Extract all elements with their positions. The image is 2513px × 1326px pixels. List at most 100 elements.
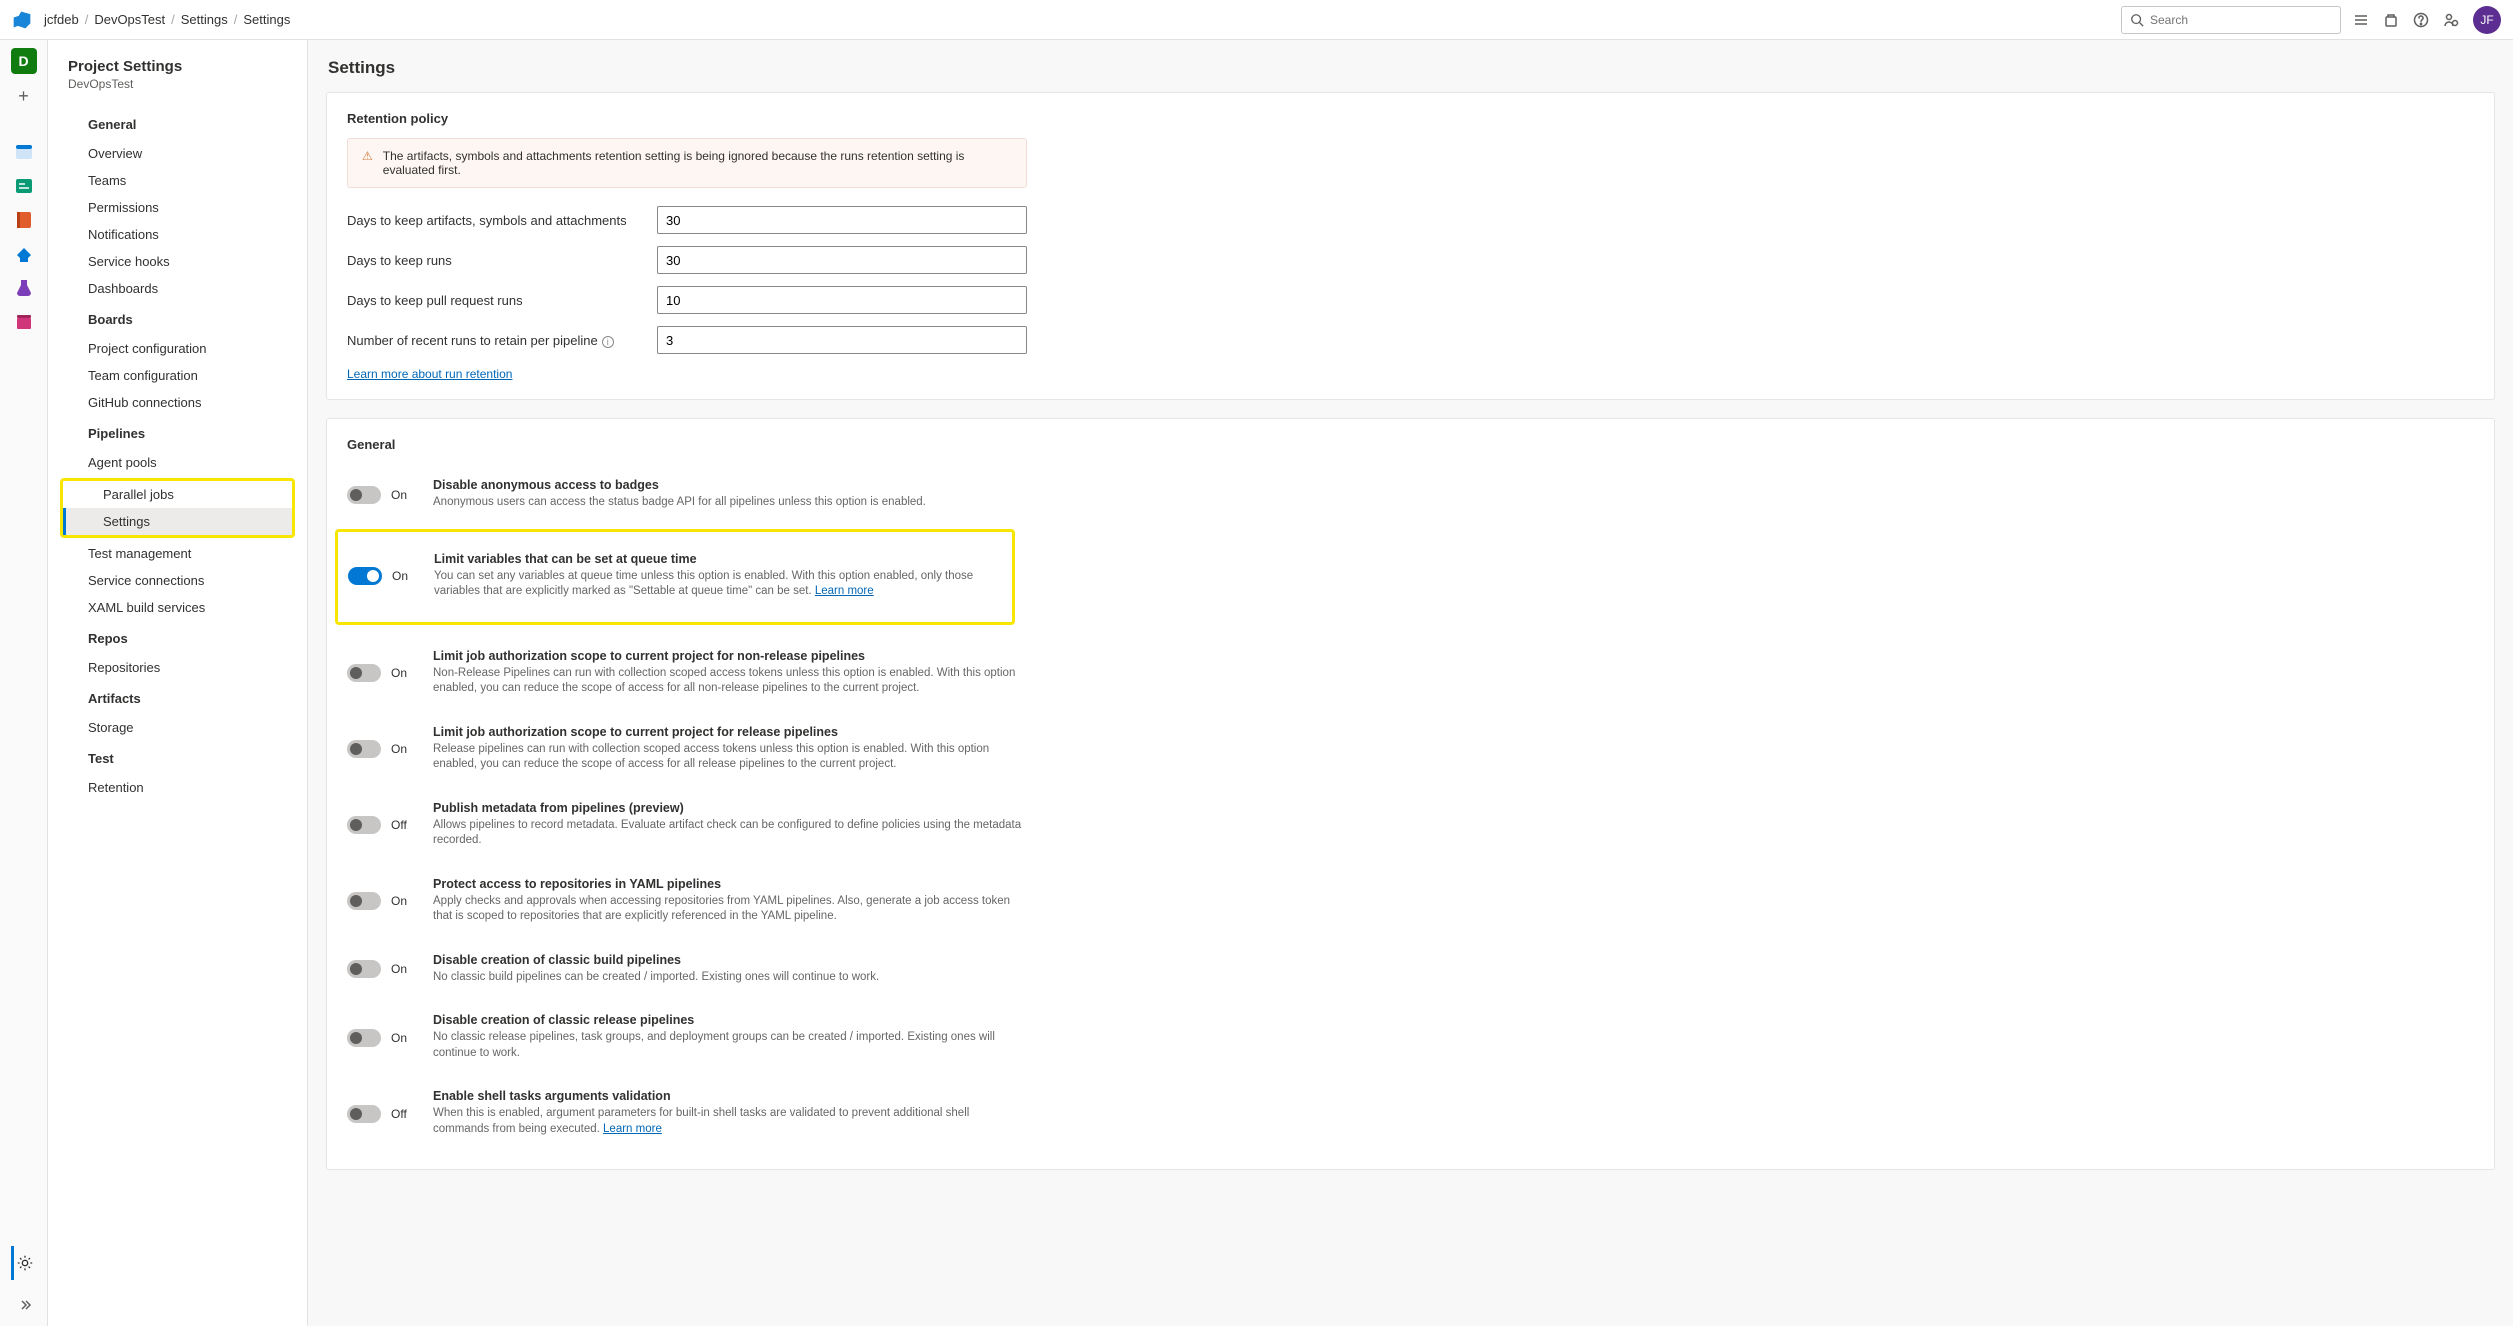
toggle-description: You can set any variables at queue time … [434, 569, 1002, 600]
retention-input[interactable] [657, 326, 1027, 354]
sidebar-item-xaml-build-services[interactable]: XAML build services [48, 594, 307, 621]
sidebar-item-service-connections[interactable]: Service connections [48, 567, 307, 594]
sidebar-group-pipelines: Pipelines [48, 416, 307, 449]
retention-row-0: Days to keep artifacts, symbols and atta… [347, 206, 1027, 234]
toggle-learn-more-link[interactable]: Learn more [603, 1123, 662, 1135]
sidebar-item-agent-pools[interactable]: Agent pools [48, 449, 307, 476]
breadcrumb-section[interactable]: Settings [181, 12, 228, 27]
rail-pipelines-icon[interactable] [13, 243, 35, 265]
toggle-row-1: OnLimit variables that can be set at que… [348, 538, 1002, 614]
sidebar-item-dashboards[interactable]: Dashboards [48, 275, 307, 302]
toggle-switch[interactable] [347, 892, 381, 910]
toggle-state-label: On [391, 666, 407, 680]
retention-label: Days to keep runs [347, 253, 657, 268]
marketplace-icon[interactable] [2383, 11, 2401, 29]
sidebar-item-overview[interactable]: Overview [48, 140, 307, 167]
toggle-switch[interactable] [347, 664, 381, 682]
rail-overview-icon[interactable] [13, 141, 35, 163]
toggle-row-6: OnDisable creation of classic build pipe… [347, 939, 1027, 1000]
rail-boards-icon[interactable] [13, 175, 35, 197]
sidebar-item-permissions[interactable]: Permissions [48, 194, 307, 221]
toggle-row-4: OffPublish metadata from pipelines (prev… [347, 787, 1027, 863]
sidebar-item-project-configuration[interactable]: Project configuration [48, 335, 307, 362]
toggle-row-8: OffEnable shell tasks arguments validati… [347, 1075, 1027, 1151]
toggle-row-7: OnDisable creation of classic release pi… [347, 999, 1027, 1075]
toggle-description: No classic release pipelines, task group… [433, 1030, 1027, 1061]
retention-input[interactable] [657, 206, 1027, 234]
search-box[interactable] [2121, 6, 2341, 34]
retention-label: Number of recent runs to retain per pipe… [347, 333, 657, 348]
breadcrumb-org[interactable]: jcfdeb [44, 12, 79, 27]
toggle-title: Limit job authorization scope to current… [433, 725, 1027, 739]
sidebar-item-team-configuration[interactable]: Team configuration [48, 362, 307, 389]
general-card: General OnDisable anonymous access to ba… [326, 418, 2495, 1170]
sidebar-group-general: General [48, 107, 307, 140]
toggle-row-5: On Protect access to repositories in YAML… [347, 863, 1027, 939]
breadcrumb-project[interactable]: DevOpsTest [94, 12, 165, 27]
rail-collapse-icon[interactable] [13, 1294, 35, 1316]
toggle-description: Anonymous users can access the status ba… [433, 495, 926, 511]
toggle-state-label: On [391, 894, 407, 908]
settings-sidebar: Project Settings DevOpsTest GeneralOverv… [48, 40, 308, 1326]
toggle-title: Limit job authorization scope to current… [433, 649, 1027, 663]
toggle-switch[interactable] [347, 1105, 381, 1123]
sidebar-item-parallel-jobs[interactable]: Parallel jobs [63, 481, 292, 508]
toggle-switch[interactable] [347, 816, 381, 834]
toggle-state-label: On [391, 488, 407, 502]
toggle-switch[interactable] [347, 740, 381, 758]
rail-testplans-icon[interactable] [13, 277, 35, 299]
breadcrumb-page[interactable]: Settings [243, 12, 290, 27]
toggle-description: Non-Release Pipelines can run with colle… [433, 666, 1027, 697]
retention-label: Days to keep artifacts, symbols and atta… [347, 213, 657, 228]
rail-add-icon[interactable]: + [18, 86, 29, 107]
toggle-title: Disable creation of classic build pipeli… [433, 953, 879, 967]
toggle-state-label: On [391, 1031, 407, 1045]
rail-project-icon[interactable]: D [11, 48, 37, 74]
retention-label: Days to keep pull request runs [347, 293, 657, 308]
sidebar-item-retention[interactable]: Retention [48, 774, 307, 801]
toggle-switch[interactable] [347, 1029, 381, 1047]
info-icon[interactable]: i [602, 336, 614, 348]
sidebar-item-test-management[interactable]: Test management [48, 540, 307, 567]
azure-devops-logo-icon[interactable] [12, 9, 34, 31]
warning-icon: ⚠ [362, 149, 373, 177]
toggle-description: Allows pipelines to record metadata. Eva… [433, 818, 1027, 849]
retention-input[interactable] [657, 246, 1027, 274]
list-icon[interactable] [2353, 11, 2371, 29]
toggle-description: When this is enabled, argument parameter… [433, 1106, 1027, 1137]
toggle-switch[interactable] [347, 960, 381, 978]
main-content: Settings Retention policy ⚠ The artifact… [308, 40, 2513, 1326]
sidebar-item-storage[interactable]: Storage [48, 714, 307, 741]
rail-repos-icon[interactable] [13, 209, 35, 231]
toggle-row-3: OnLimit job authorization scope to curre… [347, 711, 1027, 787]
sidebar-item-github-connections[interactable]: GitHub connections [48, 389, 307, 416]
user-settings-icon[interactable] [2443, 11, 2461, 29]
rail-artifacts-icon[interactable] [13, 311, 35, 333]
rail-settings-icon[interactable] [14, 1252, 36, 1274]
toggle-description: No classic build pipelines can be create… [433, 970, 879, 986]
sidebar-item-service-hooks[interactable]: Service hooks [48, 248, 307, 275]
sidebar-item-repositories[interactable]: Repositories [48, 654, 307, 681]
toggle-switch[interactable] [347, 486, 381, 504]
retention-row-2: Days to keep pull request runs [347, 286, 1027, 314]
search-input[interactable] [2150, 13, 2332, 27]
sidebar-group-repos: Repos [48, 621, 307, 654]
toggle-switch[interactable] [348, 567, 382, 585]
user-avatar[interactable]: JF [2473, 6, 2501, 34]
search-icon [2130, 13, 2144, 27]
toggle-title: Protect access to repositories in YAML p… [433, 877, 1027, 891]
toggle-state-label: Off [391, 818, 407, 832]
retention-row-3: Number of recent runs to retain per pipe… [347, 326, 1027, 354]
help-icon[interactable] [2413, 11, 2431, 29]
sidebar-item-settings[interactable]: Settings [63, 508, 292, 535]
toggle-learn-more-link[interactable]: Learn more [815, 585, 874, 597]
sidebar-item-notifications[interactable]: Notifications [48, 221, 307, 248]
toggle-row-2: On Limit job authorization scope to curre… [347, 635, 1027, 711]
retention-learn-more-link[interactable]: Learn more about run retention [347, 367, 512, 381]
retention-input[interactable] [657, 286, 1027, 314]
toggle-title: Disable anonymous access to badges [433, 478, 926, 492]
toggle-state-label: Off [391, 1107, 407, 1121]
retention-heading: Retention policy [347, 111, 2474, 126]
sidebar-item-teams[interactable]: Teams [48, 167, 307, 194]
toggle-title: Limit variables that can be set at queue… [434, 552, 1002, 566]
